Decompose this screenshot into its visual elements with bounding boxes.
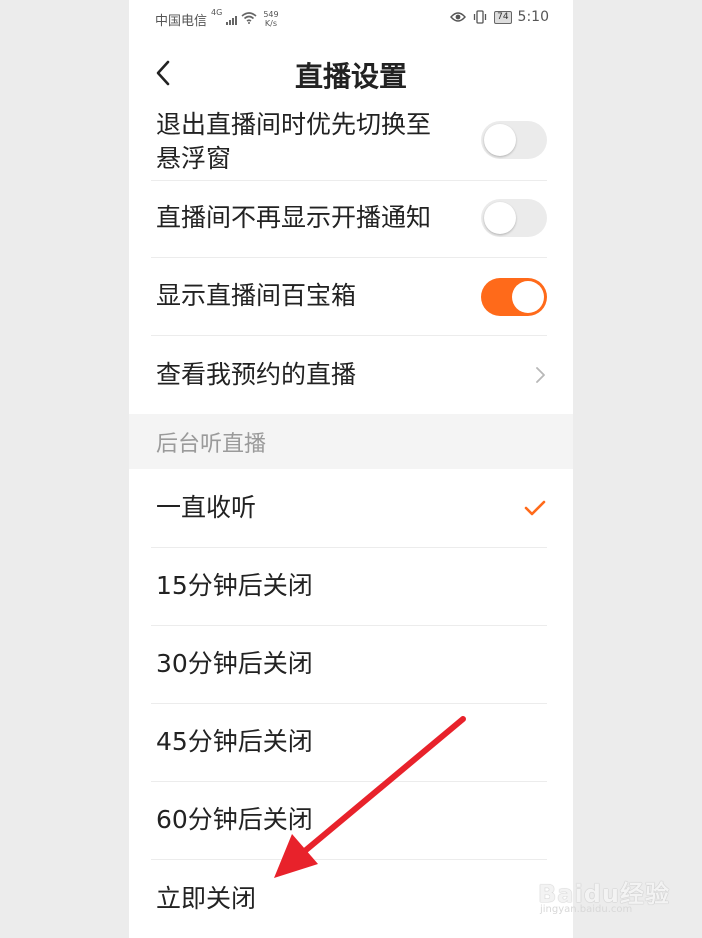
setting-label: 退出直播间时优先切换至 悬浮窗 xyxy=(156,108,431,176)
option-always-listen[interactable]: 一直收听 xyxy=(129,469,573,547)
option-label: 立即关闭 xyxy=(156,884,257,913)
option-label: 一直收听 xyxy=(156,493,257,522)
chevron-right-icon xyxy=(536,367,545,383)
status-right: 74 5:10 xyxy=(450,9,549,25)
setting-row-float-window[interactable]: 退出直播间时优先切换至 悬浮窗 xyxy=(129,108,573,180)
eye-comfort-icon xyxy=(450,12,467,22)
treasure-box-toggle[interactable] xyxy=(481,278,547,316)
setting-row-reserved-lives[interactable]: 查看我预约的直播 xyxy=(129,336,573,414)
hide-live-notice-toggle[interactable] xyxy=(481,199,547,237)
carrier-name: 中国电信 xyxy=(155,14,208,29)
net-speed-unit: K/s xyxy=(264,19,277,28)
option-close-30min[interactable]: 30分钟后关闭 xyxy=(129,626,573,704)
vibrate-icon xyxy=(473,10,487,24)
setting-label-line1: 退出直播间时优先切换至 xyxy=(156,110,432,139)
setting-label: 显示直播间百宝箱 xyxy=(156,281,357,310)
option-close-15min[interactable]: 15分钟后关闭 xyxy=(129,548,573,626)
phone-screen: 中国电信 4G 549 K/s 74 5:10 直播设置 退出直播间时优先切换至… xyxy=(129,0,573,938)
status-bar: 中国电信 4G 549 K/s 74 5:10 xyxy=(129,0,573,38)
wifi-icon xyxy=(241,12,257,24)
status-left: 中国电信 4G 549 K/s xyxy=(155,8,279,29)
option-close-45min[interactable]: 45分钟后关闭 xyxy=(129,704,573,782)
option-label: 60分钟后关闭 xyxy=(156,805,313,834)
setting-label: 查看我预约的直播 xyxy=(156,360,357,389)
section-header: 后台听直播 xyxy=(129,414,573,469)
option-label: 30分钟后关闭 xyxy=(156,649,313,678)
setting-label: 直播间不再显示开播通知 xyxy=(156,203,432,232)
option-close-60min[interactable]: 60分钟后关闭 xyxy=(129,782,573,860)
checkmark-icon xyxy=(524,500,546,516)
net-speed: 549 K/s xyxy=(263,10,278,28)
setting-label-line2: 悬浮窗 xyxy=(156,144,232,173)
option-label: 45分钟后关闭 xyxy=(156,727,313,756)
setting-row-treasure-box[interactable]: 显示直播间百宝箱 xyxy=(129,258,573,335)
option-label: 15分钟后关闭 xyxy=(156,571,313,600)
signal-icon xyxy=(226,13,238,25)
clock: 5:10 xyxy=(517,9,549,25)
toggle-knob xyxy=(512,281,544,313)
toggle-knob xyxy=(484,124,516,156)
setting-row-hide-live-notice[interactable]: 直播间不再显示开播通知 xyxy=(129,181,573,257)
baidu-watermark-logo: Baidu经验 jingyan.baidu.com xyxy=(538,862,678,922)
net-speed-value: 549 xyxy=(263,10,279,19)
option-close-now[interactable]: 立即关闭 xyxy=(129,860,573,938)
toggle-knob xyxy=(484,202,516,234)
nav-header: 直播设置 xyxy=(129,38,573,108)
page-title: 直播设置 xyxy=(294,60,407,93)
float-window-toggle[interactable] xyxy=(481,121,547,159)
battery-indicator: 74 xyxy=(494,10,512,24)
watermark-url: jingyan.baidu.com xyxy=(540,904,633,915)
section-title: 后台听直播 xyxy=(156,432,267,457)
network-type: 4G xyxy=(211,8,223,17)
